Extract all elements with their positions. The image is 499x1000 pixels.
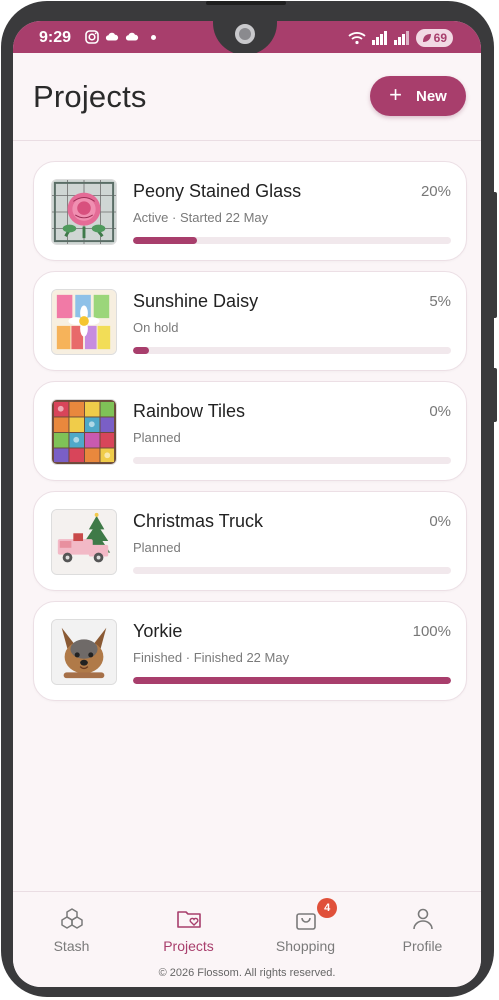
project-name: Rainbow Tiles bbox=[133, 401, 246, 421]
project-meta: On hold bbox=[133, 320, 179, 335]
project-status: Planned bbox=[133, 430, 181, 445]
cubes-icon bbox=[60, 908, 83, 929]
project-meta: Finished · Finished 22 May bbox=[133, 650, 289, 665]
project-percent: 0% bbox=[429, 513, 451, 530]
battery-level: 69 bbox=[433, 31, 447, 45]
progress-fill bbox=[133, 237, 197, 244]
project-card[interactable]: Rainbow Tiles 0% Planned bbox=[33, 381, 467, 481]
instagram-icon bbox=[85, 30, 99, 44]
project-list: Peony Stained Glass 20% Active · Started… bbox=[33, 161, 467, 711]
progress-bar bbox=[133, 457, 451, 464]
rainbow-tiles-image bbox=[52, 400, 116, 464]
bottom-navigation: Stash Projects 4 Shopping Profile bbox=[13, 891, 481, 963]
project-date: · Finished 22 May bbox=[185, 650, 290, 665]
nav-label-projects: Projects bbox=[163, 938, 214, 954]
cloud-icon bbox=[125, 32, 139, 41]
copyright-footer: © 2026 Flossom. All rights reserved. bbox=[13, 963, 481, 987]
progress-fill bbox=[133, 347, 149, 354]
person-icon bbox=[412, 908, 433, 930]
signal-icon bbox=[371, 31, 387, 45]
project-status: Active bbox=[133, 210, 169, 225]
new-project-label: New bbox=[416, 87, 447, 105]
leaf-icon bbox=[422, 34, 431, 42]
folder-heart-icon bbox=[176, 911, 201, 928]
app-header: Projects + New bbox=[13, 53, 481, 141]
progress-bar bbox=[133, 677, 451, 684]
progress-fill bbox=[133, 677, 451, 684]
christmas-truck-thumbnail bbox=[51, 509, 117, 575]
project-meta: Active · Started 22 May bbox=[133, 210, 268, 225]
project-name: Sunshine Daisy bbox=[133, 291, 259, 311]
project-name: Peony Stained Glass bbox=[133, 181, 302, 201]
battery-indicator: 69 bbox=[415, 29, 453, 47]
project-percent: 0% bbox=[429, 403, 451, 420]
more-notifications-dot bbox=[151, 34, 156, 40]
status-time: 9:29 bbox=[39, 29, 72, 46]
nav-item-stash[interactable]: Stash bbox=[13, 892, 130, 963]
project-percent: 5% bbox=[429, 293, 451, 310]
new-project-button[interactable]: + New bbox=[370, 76, 466, 116]
progress-bar bbox=[133, 567, 451, 574]
volume-button bbox=[491, 368, 497, 422]
rainbow-tiles-thumbnail bbox=[51, 399, 117, 465]
page-title: Projects bbox=[33, 79, 147, 114]
progress-bar bbox=[133, 347, 451, 354]
project-status: Planned bbox=[133, 540, 181, 555]
nav-label-shopping: Shopping bbox=[275, 938, 336, 954]
project-status: On hold bbox=[133, 320, 179, 335]
shopping-bag-icon bbox=[295, 913, 316, 930]
project-card[interactable]: Christmas Truck 0% Planned bbox=[33, 491, 467, 591]
nav-label-profile: Profile bbox=[402, 938, 443, 954]
project-status: Finished bbox=[133, 650, 183, 665]
project-card[interactable]: Yorkie 100% Finished · Finished 22 May bbox=[33, 601, 467, 701]
plus-icon: + bbox=[389, 82, 402, 107]
nav-label-stash: Stash bbox=[53, 938, 90, 954]
nav-item-projects[interactable]: Projects bbox=[130, 892, 247, 963]
project-card[interactable]: Peony Stained Glass 20% Active · Started… bbox=[33, 161, 467, 261]
speaker-grille bbox=[206, 1, 286, 5]
cloud-icon bbox=[105, 32, 119, 41]
peony-stained-glass-thumbnail bbox=[51, 179, 117, 245]
wifi-icon bbox=[348, 32, 366, 45]
christmas-truck-image bbox=[52, 510, 116, 574]
project-date: · Started 22 May bbox=[172, 210, 269, 225]
shopping-count-badge: 4 bbox=[317, 898, 338, 918]
sunshine-daisy-image bbox=[52, 290, 116, 354]
nav-item-shopping[interactable]: 4 Shopping bbox=[247, 892, 364, 963]
project-percent: 100% bbox=[412, 623, 451, 640]
app-screen: 9:29 69 Projects + New Peony Stained Gla… bbox=[13, 21, 481, 987]
project-card[interactable]: Sunshine Daisy 5% On hold bbox=[33, 271, 467, 371]
nav-item-profile[interactable]: Profile bbox=[364, 892, 481, 963]
power-button bbox=[491, 192, 497, 318]
yorkie-image bbox=[52, 620, 116, 684]
project-meta: Planned bbox=[133, 430, 181, 445]
project-name: Yorkie bbox=[133, 621, 183, 641]
peony-image bbox=[52, 180, 116, 244]
project-percent: 20% bbox=[420, 183, 451, 200]
front-camera bbox=[235, 24, 255, 44]
status-system-icons: 69 bbox=[348, 29, 453, 47]
project-meta: Planned bbox=[133, 540, 181, 555]
status-notification-icons bbox=[85, 30, 156, 44]
project-name: Christmas Truck bbox=[133, 511, 264, 531]
sunshine-daisy-thumbnail bbox=[51, 289, 117, 355]
yorkie-thumbnail bbox=[51, 619, 117, 685]
progress-bar bbox=[133, 237, 451, 244]
signal-icon bbox=[393, 31, 409, 45]
